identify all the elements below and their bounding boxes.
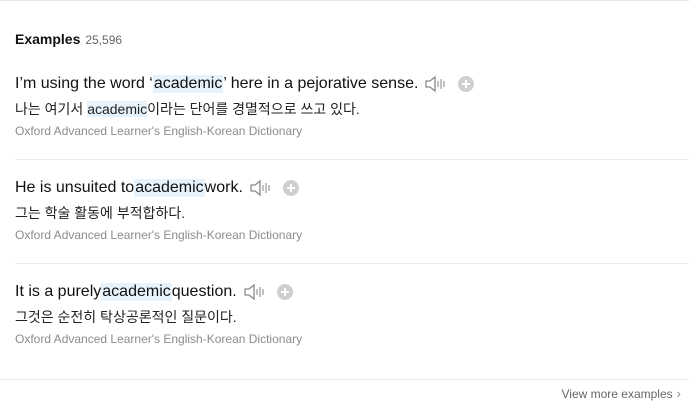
example-sentence: I’m using the word ‘academic’ here in a … bbox=[15, 73, 689, 95]
example-translation: 그는 학술 활동에 부적합하다. bbox=[15, 205, 186, 221]
example-item: I’m using the word ‘academic’ here in a … bbox=[15, 73, 689, 138]
speaker-icon[interactable] bbox=[424, 74, 448, 94]
sentence-text: ’ here in a pejorative sense. bbox=[223, 75, 419, 92]
divider bbox=[15, 159, 689, 160]
divider bbox=[15, 263, 689, 264]
translation-text: 이라는 단어를 경멸적으로 쓰고 있다. bbox=[147, 101, 360, 117]
highlighted-word[interactable]: academic bbox=[87, 101, 148, 117]
sentence-text: He is unsuited to bbox=[15, 179, 135, 196]
add-plus-icon[interactable] bbox=[458, 76, 475, 92]
example-item: It is a purely academic question. 그것은 순전… bbox=[15, 281, 689, 346]
sentence-text: It is a purely bbox=[15, 283, 102, 300]
example-source: Oxford Advanced Learner's English-Korean… bbox=[15, 124, 303, 138]
examples-panel: Examples 25,596 I’m using the word ‘acad… bbox=[0, 0, 689, 409]
sentence-text: work. bbox=[204, 179, 243, 196]
top-divider bbox=[0, 0, 689, 1]
example-sentence: It is a purely academic question. bbox=[15, 281, 689, 303]
highlighted-word[interactable]: academic bbox=[101, 283, 172, 301]
sentence-text: question. bbox=[171, 283, 237, 300]
highlighted-word[interactable]: academic bbox=[152, 75, 224, 93]
translation-text: 나는 여기서 bbox=[15, 101, 88, 117]
speaker-icon[interactable] bbox=[243, 282, 267, 302]
chevron-right-icon: › bbox=[676, 386, 681, 401]
add-plus-icon[interactable] bbox=[282, 180, 299, 196]
example-translation: 그것은 순전히 탁상공론적인 질문이다. bbox=[15, 309, 237, 325]
speaker-icon[interactable] bbox=[249, 178, 273, 198]
divider bbox=[0, 379, 689, 380]
examples-title: Examples bbox=[15, 31, 81, 47]
example-sentence: He is unsuited to academic work. bbox=[15, 177, 689, 199]
view-more-label: View more examples bbox=[561, 386, 673, 401]
example-translation: 나는 여기서 academic이라는 단어를 경멸적으로 쓰고 있다. bbox=[15, 99, 689, 119]
examples-count: 25,596 bbox=[85, 33, 123, 47]
highlighted-word[interactable]: academic bbox=[134, 179, 205, 197]
view-more-examples-link[interactable]: View more examples › bbox=[561, 386, 681, 401]
add-plus-icon[interactable] bbox=[276, 284, 293, 300]
example-source: Oxford Advanced Learner's English-Korean… bbox=[15, 228, 303, 242]
sentence-text: I’m using the word ‘ bbox=[15, 75, 153, 92]
example-source: Oxford Advanced Learner's English-Korean… bbox=[15, 332, 303, 346]
examples-header: Examples 25,596 bbox=[15, 31, 122, 47]
example-item: He is unsuited to academic work. 그는 학술 활… bbox=[15, 177, 689, 242]
